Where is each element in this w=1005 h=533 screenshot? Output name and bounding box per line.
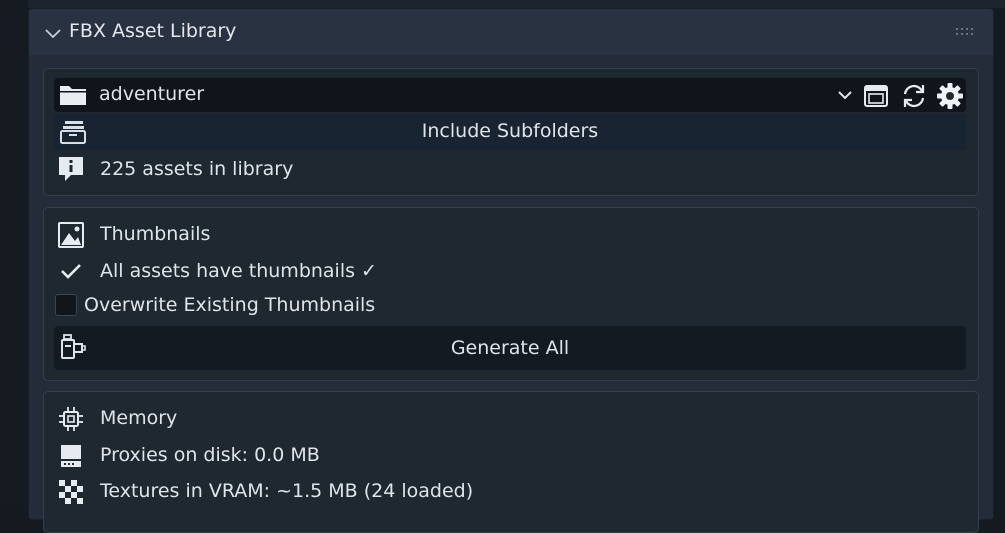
generate-all-button[interactable]: Generate All xyxy=(54,326,966,370)
chevron-down-icon[interactable] xyxy=(43,23,63,43)
asset-count-text: 225 assets in library xyxy=(100,158,294,180)
thumbnails-box: Thumbnails All assets have thumbnails ✓ … xyxy=(43,207,979,381)
window-icon[interactable] xyxy=(861,81,891,111)
folder-selector[interactable]: adventurer xyxy=(54,78,966,112)
disk-icon xyxy=(56,441,86,471)
include-subfolders-toggle[interactable]: Include Subfolders xyxy=(54,114,966,150)
image-icon xyxy=(56,220,86,250)
refresh-icon[interactable] xyxy=(899,81,929,111)
overwrite-thumbnails-checkbox[interactable] xyxy=(55,294,77,316)
folder-name: adventurer xyxy=(99,83,205,105)
memory-heading: Memory xyxy=(100,407,178,429)
panel-title: FBX Asset Library xyxy=(69,20,237,42)
fbx-asset-library-panel: FBX Asset Library adventurer Include Sub… xyxy=(28,8,994,533)
check-icon xyxy=(56,256,86,286)
proxies-on-disk-text: Proxies on disk: 0.0 MB xyxy=(100,444,320,466)
generate-all-label: Generate All xyxy=(450,337,570,359)
folder-icon xyxy=(58,81,88,111)
info-icon xyxy=(56,154,86,184)
window-left-edge xyxy=(0,0,28,503)
dropdown-chevron-icon[interactable] xyxy=(832,82,858,112)
overwrite-thumbnails-label[interactable]: Overwrite Existing Thumbnails xyxy=(84,294,375,316)
library-box: adventurer Include Subfolders 225 assets… xyxy=(43,68,979,196)
gear-icon[interactable] xyxy=(935,81,965,111)
textures-in-vram-text: Textures in VRAM: ~1.5 MB (24 loaded) xyxy=(100,480,474,502)
memory-box: Memory Proxies on disk: 0.0 MB Textures … xyxy=(43,391,979,533)
drag-handle-icon[interactable] xyxy=(955,26,977,38)
thumbnail-status-text: All assets have thumbnails ✓ xyxy=(100,260,377,282)
chip-icon xyxy=(56,404,86,434)
panel-header[interactable]: FBX Asset Library xyxy=(29,9,993,55)
thumbnails-heading: Thumbnails xyxy=(100,223,211,245)
window-top-edge xyxy=(0,0,1005,8)
include-subfolders-label: Include Subfolders xyxy=(421,120,599,142)
